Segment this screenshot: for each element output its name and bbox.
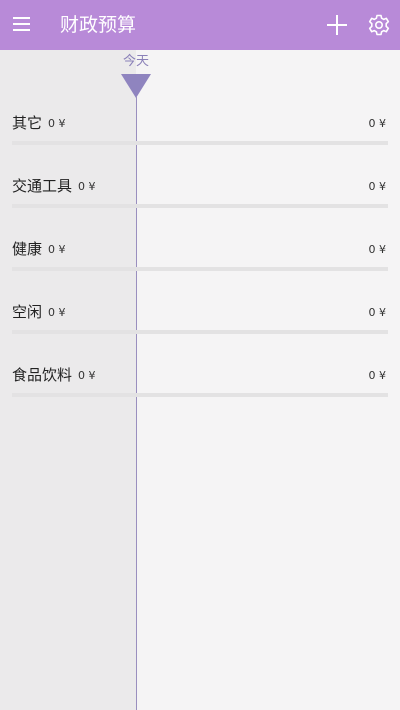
category-budget: 0 ¥ xyxy=(48,117,66,130)
category-spent: 0 ¥ xyxy=(368,243,387,256)
category-budget: 0 ¥ xyxy=(48,306,66,319)
category-name: 健康 xyxy=(12,240,43,258)
add-button[interactable] xyxy=(325,13,349,37)
category-name: 交通工具 xyxy=(12,177,73,195)
category-name: 食品饮料 xyxy=(12,366,73,384)
app-bar: 财政预算 xyxy=(0,0,400,50)
today-marker-icon xyxy=(121,74,151,98)
settings-button[interactable] xyxy=(367,13,391,37)
budget-row-other[interactable]: 其它 0 ¥ 0 ¥ xyxy=(0,112,400,175)
gear-icon xyxy=(368,14,390,36)
category-spent: 0 ¥ xyxy=(368,180,387,193)
today-label: 今天 xyxy=(122,54,149,69)
budget-row-health[interactable]: 健康 0 ¥ 0 ¥ xyxy=(0,238,400,301)
budget-progress-bar xyxy=(12,393,388,397)
budget-progress-bar xyxy=(12,267,388,271)
category-spent: 0 ¥ xyxy=(368,306,387,319)
category-spent: 0 ¥ xyxy=(368,369,387,382)
budget-progress-bar xyxy=(12,330,388,334)
category-name: 其它 xyxy=(12,114,43,132)
page-title: 财政预算 xyxy=(60,14,137,36)
category-budget: 0 ¥ xyxy=(78,369,96,382)
budget-row-transport[interactable]: 交通工具 0 ¥ 0 ¥ xyxy=(0,175,400,238)
budget-row-leisure[interactable]: 空闲 0 ¥ 0 ¥ xyxy=(0,301,400,364)
category-spent: 0 ¥ xyxy=(368,117,387,130)
category-budget: 0 ¥ xyxy=(48,243,66,256)
category-budget: 0 ¥ xyxy=(78,180,96,193)
category-name: 空闲 xyxy=(12,303,43,321)
hamburger-menu-icon[interactable] xyxy=(13,17,30,31)
budget-row-food-drink[interactable]: 食品饮料 0 ¥ 0 ¥ xyxy=(0,364,400,427)
budget-progress-bar xyxy=(12,204,388,208)
budget-progress-bar xyxy=(12,141,388,145)
